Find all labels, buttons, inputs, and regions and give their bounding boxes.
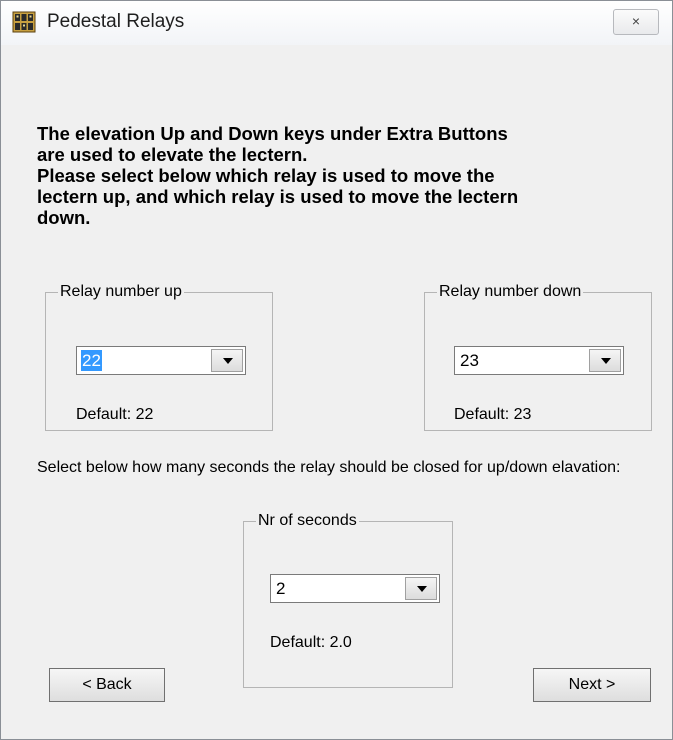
- seconds-instruction: Select below how many seconds the relay …: [37, 459, 621, 476]
- chevron-down-icon[interactable]: [211, 349, 243, 372]
- intro-line: are used to elevate the lectern.: [37, 144, 308, 165]
- relay-up-default: Default: 22: [76, 406, 154, 423]
- relay-down-default: Default: 23: [454, 406, 532, 423]
- back-button[interactable]: < Back: [49, 668, 165, 702]
- chevron-down-icon[interactable]: [405, 577, 437, 600]
- relay-down-value: 23: [460, 351, 479, 370]
- relay-up-value: 22: [81, 350, 102, 371]
- dialog-window: Pedestal Relays × The elevation Up and D…: [0, 0, 673, 740]
- seconds-value: 2: [276, 579, 286, 598]
- intro-line: The elevation Up and Down keys under Ext…: [37, 123, 508, 144]
- close-button[interactable]: ×: [613, 9, 659, 35]
- seconds-group: Nr of seconds 2 Default: 2.0: [243, 512, 453, 688]
- seconds-legend: Nr of seconds: [258, 512, 357, 529]
- intro-line: Please select below which relay is used …: [37, 165, 495, 186]
- intro-line: down.: [37, 207, 91, 228]
- relay-down-group: Relay number down 23 Default: 23: [424, 283, 652, 431]
- intro-text: The elevation Up and Down keys under Ext…: [37, 123, 657, 228]
- relay-down-select[interactable]: 23: [454, 346, 624, 375]
- relay-up-group: Relay number up 22 Default: 22: [45, 283, 273, 431]
- back-button-label: < Back: [82, 676, 132, 693]
- seconds-default: Default: 2.0: [270, 634, 352, 651]
- close-icon: ×: [631, 13, 641, 29]
- app-icon: [12, 11, 36, 33]
- window-title: Pedestal Relays: [47, 11, 185, 32]
- title-bar: Pedestal Relays ×: [1, 1, 672, 45]
- relay-down-legend: Relay number down: [439, 283, 582, 300]
- intro-line: lectern up, and which relay is used to m…: [37, 186, 519, 207]
- relay-up-legend: Relay number up: [60, 283, 182, 300]
- next-button-label: Next >: [568, 676, 616, 693]
- seconds-select[interactable]: 2: [270, 574, 440, 603]
- relay-up-select[interactable]: 22: [76, 346, 246, 375]
- next-button[interactable]: Next >: [533, 668, 651, 702]
- chevron-down-icon[interactable]: [589, 349, 621, 372]
